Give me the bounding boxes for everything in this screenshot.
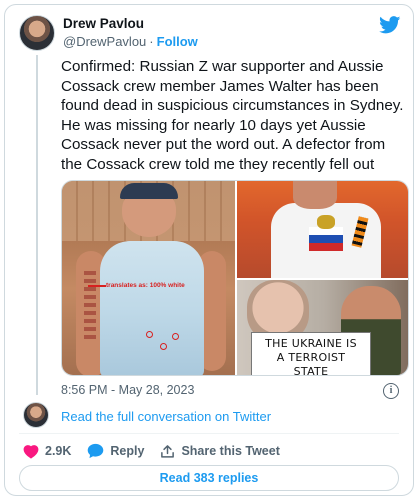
like-count: 2.9K [45, 444, 72, 458]
photo-annotation: translates as: 100% white [106, 282, 185, 289]
media-grid[interactable]: translates as: 100% white THE UKRAINE IS… [61, 180, 409, 376]
read-replies-button[interactable]: Read 383 replies [19, 465, 399, 491]
follow-button[interactable]: Follow [157, 34, 198, 49]
author-avatar[interactable] [19, 15, 55, 51]
author-handle-row: @DrewPavlou · Follow [63, 34, 198, 49]
action-bar: 2.9K Reply Share this Tweet [23, 442, 296, 460]
red-circle-mark [146, 331, 153, 338]
cap [120, 183, 178, 199]
red-circle-mark [172, 333, 179, 340]
tank-top [100, 241, 204, 375]
flag-print [309, 227, 343, 251]
photo-shirt-with-flag[interactable] [237, 181, 408, 278]
read-full-conversation-link[interactable]: Read the full conversation on Twitter [61, 409, 271, 424]
tweet-timestamp[interactable]: 8:56 PM - May 28, 2023 [61, 383, 194, 397]
share-icon [161, 444, 175, 458]
arm-tattoo [84, 271, 96, 341]
reply-button[interactable]: Reply [87, 443, 144, 459]
share-label: Share this Tweet [181, 444, 280, 458]
eagle-emblem [317, 215, 335, 229]
heart-icon [23, 444, 39, 459]
thread-avatar [23, 402, 49, 428]
divider [19, 433, 399, 434]
protest-sign: THE UKRAINE IS A TERROIST STATE SUPPORT [251, 332, 371, 375]
annotation-arrow [88, 285, 106, 287]
photo-tank-top-man[interactable]: translates as: 100% white [62, 181, 235, 375]
photo-with-sign[interactable]: THE UKRAINE IS A TERROIST STATE SUPPORT [237, 280, 408, 375]
like-button[interactable]: 2.9K [23, 444, 71, 459]
twitter-bird-icon[interactable] [379, 16, 401, 34]
red-circle-mark [160, 343, 167, 350]
chin [293, 181, 337, 209]
tweet-card: Drew Pavlou @DrewPavlou · Follow Confirmed… [4, 4, 414, 496]
reply-bubble-icon [88, 443, 104, 459]
thread-line [36, 55, 38, 395]
author-name[interactable]: Drew Pavlou [63, 16, 144, 31]
author-handle[interactable]: @DrewPavlou [63, 34, 146, 49]
separator-dot: · [149, 34, 154, 49]
tweet-text: Confirmed: Russian Z war supporter and A… [61, 58, 404, 173]
reply-label: Reply [110, 444, 145, 458]
share-button[interactable]: Share this Tweet [160, 444, 280, 459]
info-icon[interactable]: i [383, 383, 399, 399]
